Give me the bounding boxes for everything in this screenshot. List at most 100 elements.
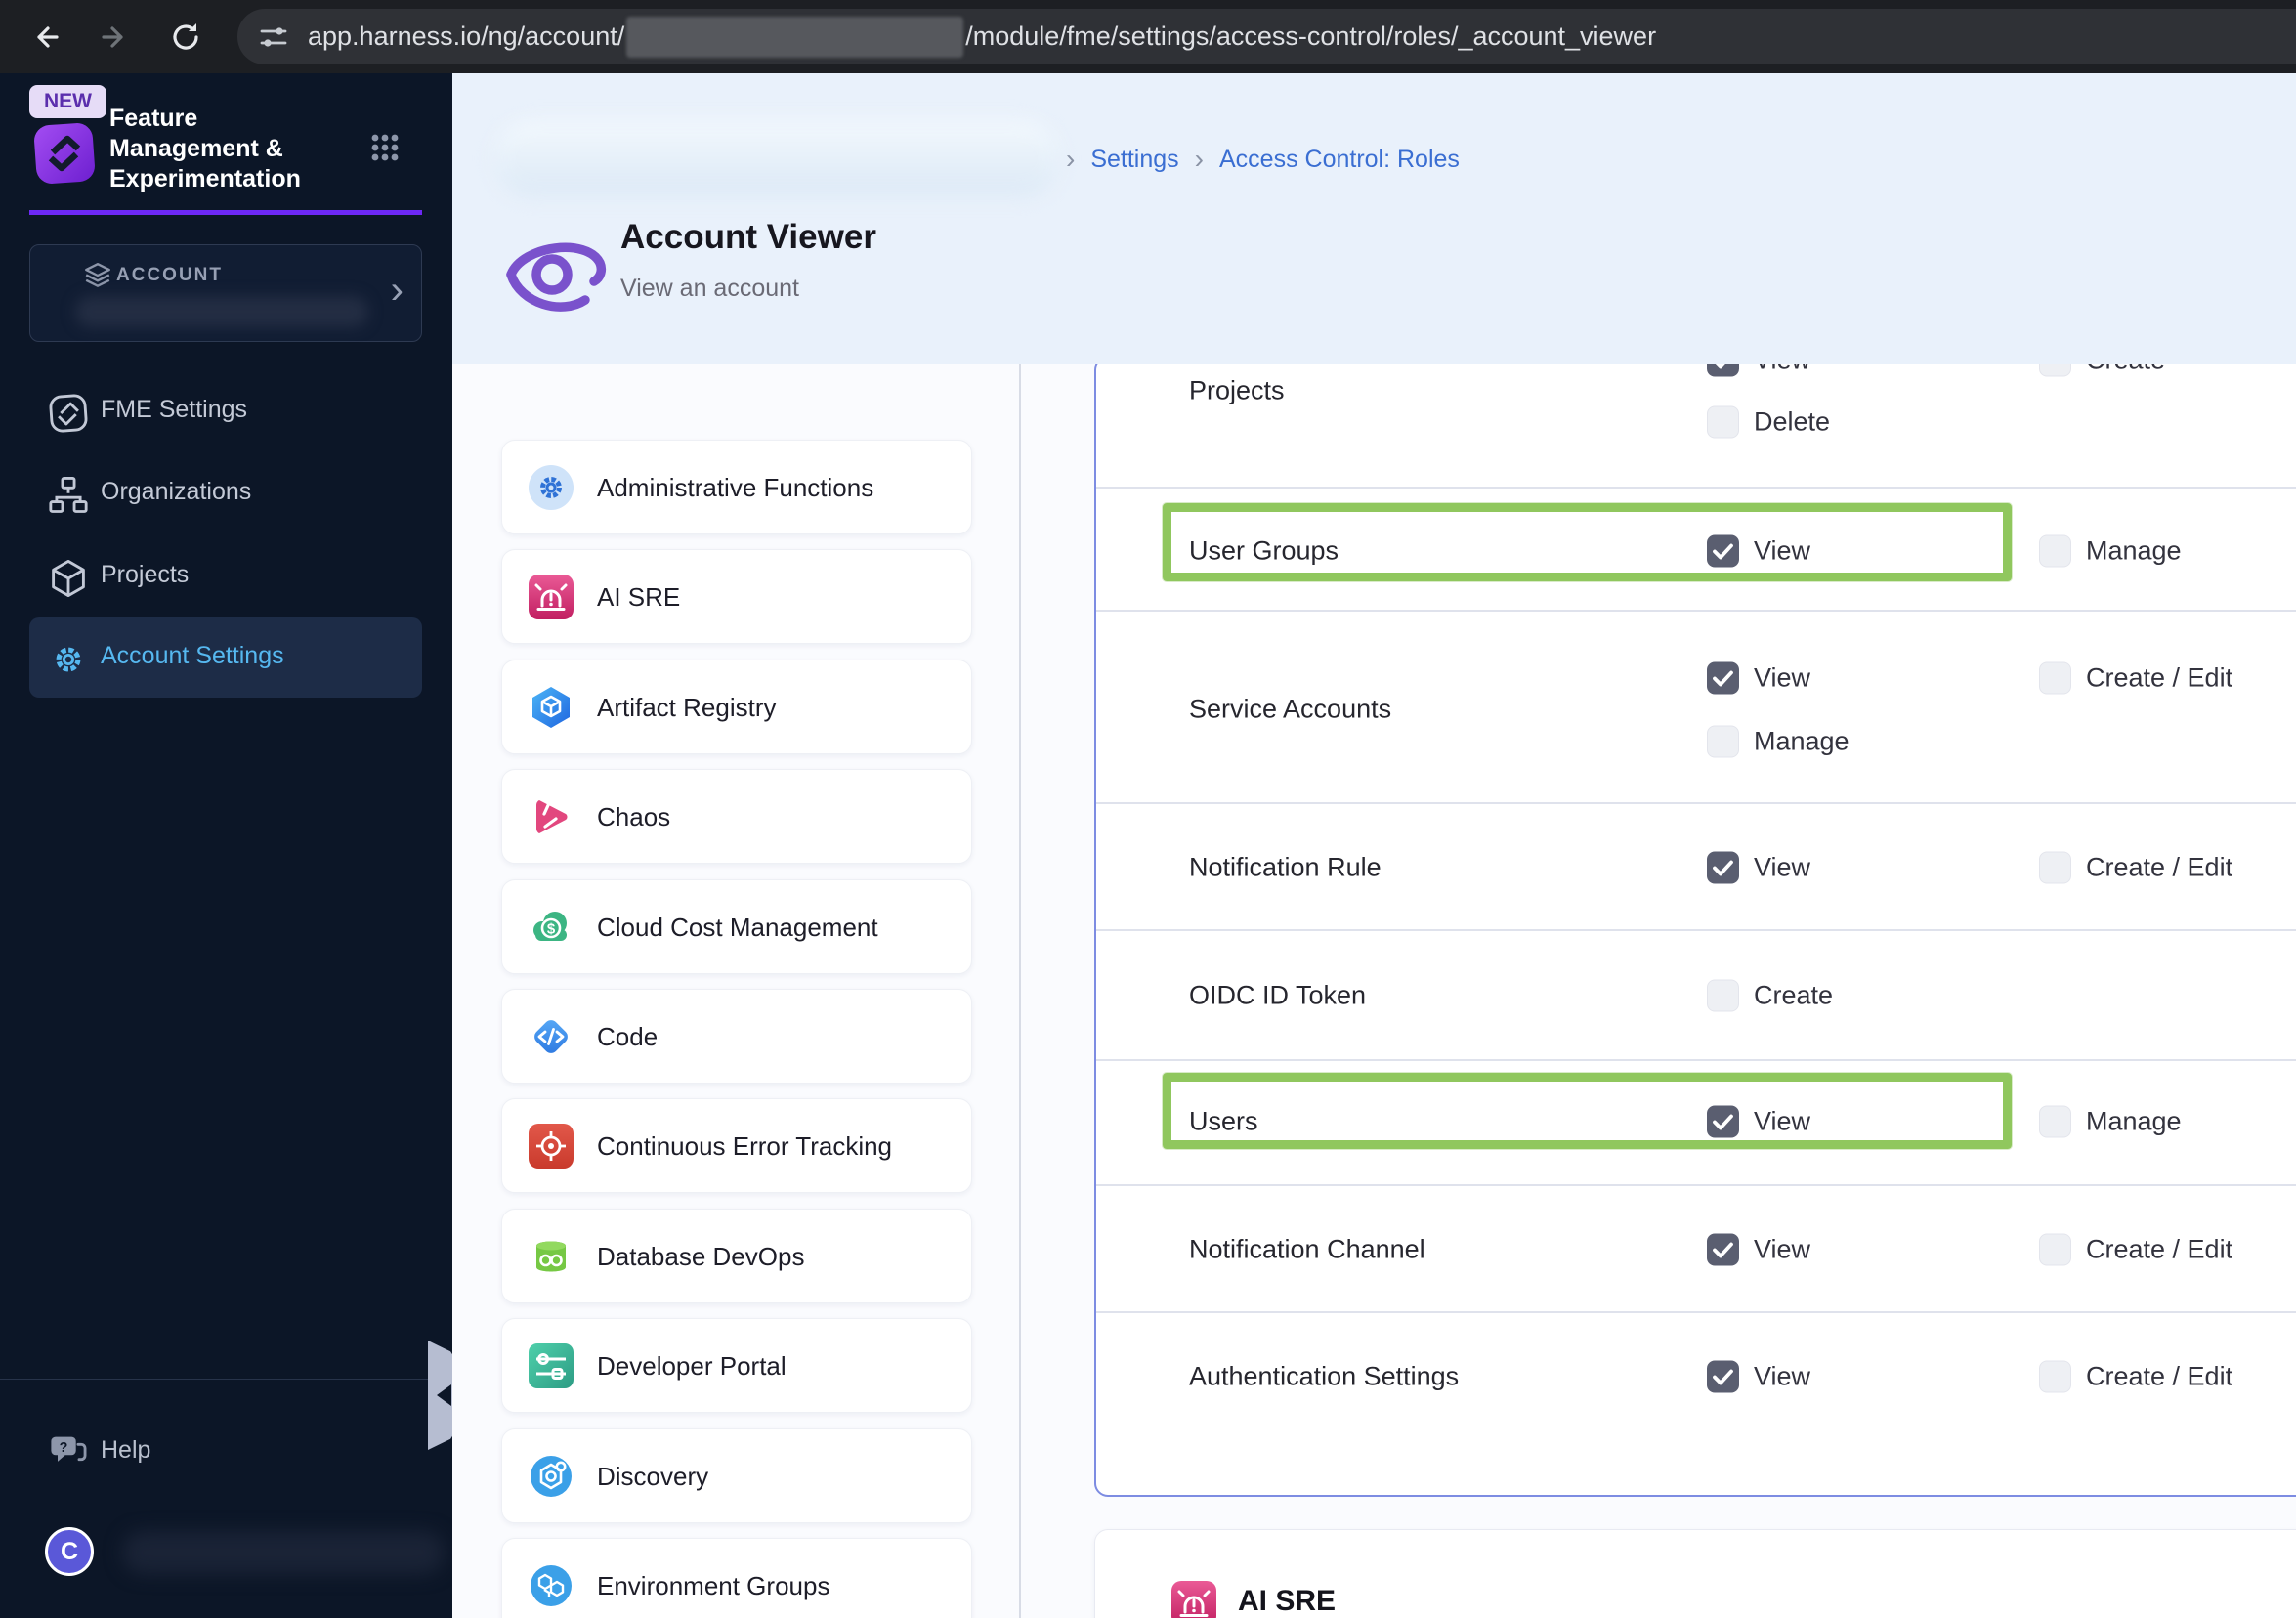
permission-option: Create / Edit [2039, 851, 2232, 884]
svg-text:?: ? [60, 1440, 68, 1456]
permission-row-notification-channel: Notification Channel View Create / Edit [1096, 1184, 2296, 1311]
permission-row-users: Users View Manage [1096, 1059, 2296, 1184]
permission-option-label: Create / Edit [2086, 1234, 2233, 1264]
unchecked-checkbox[interactable] [2039, 1360, 2071, 1393]
permission-option-label: Create / Edit [2086, 1361, 2233, 1391]
resource-name: Notification Channel [1189, 1234, 1425, 1264]
brand-title: Feature Management & Experimentation [109, 105, 301, 192]
unchecked-checkbox[interactable] [1707, 725, 1739, 758]
category-label: Continuous Error Tracking [597, 1131, 893, 1162]
app-grid-icon[interactable] [369, 132, 401, 168]
breadcrumb-access-control-link[interactable]: Access Control: Roles [1219, 146, 1460, 174]
screen: app.harness.io/ng/account/ /module/fme/se… [0, 0, 2296, 1618]
next-section-title: AI SRE [1238, 1585, 1337, 1617]
fme-logo-icon[interactable] [33, 122, 96, 185]
permission-option: Manage [1707, 725, 1850, 758]
permission-row-service-accounts: Service Accounts View Create / Edit Manage [1096, 610, 2296, 802]
admin-icon [529, 465, 574, 510]
category-item-administrative-functions[interactable]: Administrative Functions [501, 440, 972, 534]
category-item-continuous-error-tracking[interactable]: Continuous Error Tracking [501, 1098, 972, 1194]
unchecked-checkbox[interactable] [2039, 534, 2071, 568]
unchecked-checkbox[interactable] [1707, 405, 1739, 439]
category-item-developer-portal[interactable]: Developer Portal [501, 1318, 972, 1414]
permission-option: View [1707, 851, 1810, 884]
sidebar-item-account-settings[interactable]: Account Settings [0, 628, 452, 687]
layers-icon [83, 261, 112, 295]
sidebar-item-help[interactable]: ? Help [0, 1423, 452, 1481]
sidebar-item-label: Projects [101, 561, 190, 588]
checked-checkbox[interactable] [1707, 1105, 1739, 1138]
main-content: Administrative Functions AI SRE Artifact R… [452, 364, 2296, 1618]
category-item-discovery[interactable]: Discovery [501, 1427, 972, 1523]
artifact-icon [529, 685, 574, 730]
category-label: Artifact Registry [597, 692, 777, 722]
breadcrumb-settings-link[interactable]: Settings [1090, 146, 1178, 174]
unchecked-checkbox[interactable] [2039, 851, 2071, 884]
category-label: Database DevOps [597, 1241, 805, 1271]
permission-option-label: Create [1754, 980, 1834, 1010]
fme-outline-icon [47, 392, 90, 440]
url[interactable]: app.harness.io/ng/account/ /module/fme/se… [308, 9, 1656, 64]
unchecked-checkbox[interactable] [2039, 1233, 2071, 1266]
sidebar-item-projects[interactable]: Projects [0, 547, 452, 606]
category-label: AI SRE [597, 582, 681, 613]
resource-name: Projects [1189, 375, 1285, 405]
permission-option: Create / Edit [2039, 1233, 2233, 1266]
permission-option-label: View [1754, 1106, 1811, 1136]
browser-back-icon[interactable] [25, 18, 64, 57]
sidebar-item-label: Organizations [101, 478, 252, 505]
sidebar-item-fme-settings[interactable]: FME Settings [0, 382, 452, 441]
permission-option-label: View [1754, 662, 1811, 693]
permission-row-oidc-id-token: OIDC ID Token Create [1096, 929, 2296, 1059]
category-item-chaos[interactable]: Chaos [501, 769, 972, 865]
checked-checkbox[interactable] [1707, 1233, 1739, 1266]
brand-accent-rule [29, 210, 422, 215]
org-chart-icon [47, 474, 90, 522]
category-item-code[interactable]: Code [501, 989, 972, 1084]
next-section-card[interactable]: AI SRE [1094, 1529, 2296, 1618]
unchecked-checkbox[interactable] [2039, 364, 2071, 377]
checked-checkbox[interactable] [1707, 534, 1739, 568]
unchecked-checkbox[interactable] [2039, 661, 2071, 695]
role-eye-icon [501, 222, 611, 328]
account-label: ACCOUNT [116, 265, 223, 285]
permission-option: Delete [1707, 405, 1830, 439]
sidebar-item-label: Account Settings [101, 642, 284, 669]
browser-reload-icon[interactable] [166, 18, 205, 57]
category-item-cloud-cost-management[interactable]: $ Cloud Cost Management [501, 878, 972, 974]
site-settings-icon[interactable] [255, 19, 292, 61]
ai-sre-icon [1171, 1581, 1216, 1618]
category-item-database-devops[interactable]: Database DevOps [501, 1208, 972, 1303]
category-item-artifact-registry[interactable]: Artifact Registry [501, 659, 972, 754]
env-groups-icon [529, 1563, 574, 1608]
error-tracking-icon [529, 1124, 574, 1170]
sidebar-item-organizations[interactable]: Organizations [0, 464, 452, 523]
help-label: Help [101, 1436, 151, 1464]
redacted-account-id [626, 16, 964, 58]
category-item-ai-sre[interactable]: AI SRE [501, 549, 972, 645]
chevron-right-icon: › [390, 269, 404, 312]
checked-checkbox[interactable] [1707, 364, 1739, 377]
checked-checkbox[interactable] [1707, 851, 1739, 884]
browser-forward-icon[interactable] [96, 18, 135, 57]
sidebar: NEW Feature Management & Experimentation… [0, 73, 452, 1618]
permission-option: View [1707, 1360, 1810, 1393]
page-header: › Settings › Access Control: Roles Accou… [452, 73, 2296, 364]
category-label: Discovery [597, 1461, 709, 1491]
checked-checkbox[interactable] [1707, 1360, 1739, 1393]
browser-toolbar: app.harness.io/ng/account/ /module/fme/se… [0, 0, 2296, 73]
new-badge: NEW [29, 85, 106, 118]
permission-option: Create [2039, 364, 2165, 377]
redacted-breadcrumb-root [493, 120, 1060, 196]
avatar[interactable]: C [45, 1527, 94, 1576]
checked-checkbox[interactable] [1707, 661, 1739, 695]
category-item-environment-groups[interactable]: Environment Groups [501, 1538, 972, 1618]
permission-option-label: Manage [1754, 726, 1850, 756]
unchecked-checkbox[interactable] [2039, 1105, 2071, 1138]
account-switcher[interactable]: ACCOUNT › [29, 244, 422, 342]
address-bar[interactable]: app.harness.io/ng/account/ /module/fme/se… [237, 9, 2296, 64]
permission-option-label: Create [2086, 364, 2165, 376]
collapse-arrow-icon [437, 1384, 451, 1406]
permission-option-label: Create / Edit [2086, 662, 2233, 693]
unchecked-checkbox[interactable] [1707, 979, 1739, 1012]
